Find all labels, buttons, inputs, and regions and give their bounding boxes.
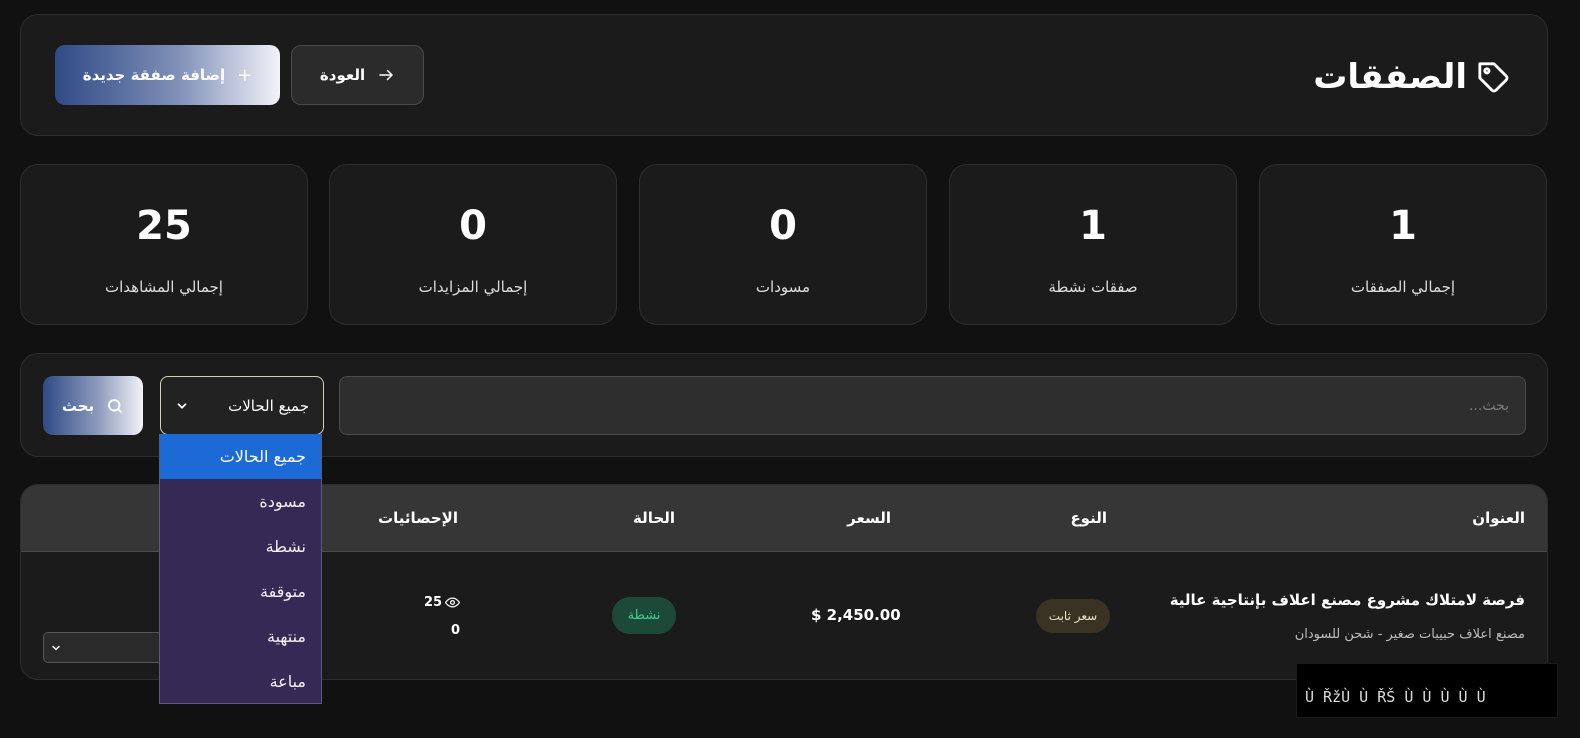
status-option-active[interactable]: نشطة xyxy=(160,524,321,569)
col-stats: الإحصائيات xyxy=(378,509,458,527)
garbled-status-box: Ù ŘžÙ Ù ŘŠ Ù Ù Ù Ù Ù xyxy=(1296,663,1558,718)
status-select[interactable]: جميع الحالات xyxy=(160,376,324,435)
page-title: الصفقات xyxy=(1313,57,1467,97)
add-deal-label: إضافة صفقة جديدة xyxy=(82,66,226,84)
chevron-down-icon xyxy=(52,645,60,650)
back-button-label: العودة xyxy=(319,66,366,84)
page: الصفقات العودة + إضافة صفقة جديدة 1 إجما… xyxy=(0,0,1580,738)
add-deal-button[interactable]: + إضافة صفقة جديدة xyxy=(55,45,280,105)
arrow-right-icon xyxy=(379,69,393,81)
status-option-paused[interactable]: متوقفة xyxy=(160,569,321,614)
status-select-value: جميع الحالات xyxy=(228,396,309,415)
col-status: الحالة xyxy=(633,509,675,527)
status-option-all[interactable]: جميع الحالات xyxy=(160,434,321,479)
status-option-ended[interactable]: منتهية xyxy=(160,614,321,659)
stat-label: إجمالي الصفقات xyxy=(1350,278,1456,296)
page-header: الصفقات العودة + إضافة صفقة جديدة xyxy=(20,14,1548,136)
stat-label: إجمالي المشاهدات xyxy=(105,278,223,296)
deal-title[interactable]: فرصة لامتلاك مشروع مصنع اعلاف بإنتاجية ع… xyxy=(1170,591,1525,609)
status-option-sold[interactable]: مباعة xyxy=(160,659,321,704)
search-input[interactable] xyxy=(339,376,1526,435)
stat-card-drafts: 0 مسودات xyxy=(639,164,927,325)
tag-icon xyxy=(1478,62,1509,93)
stat-value: 1 xyxy=(1079,203,1107,249)
stat-card-active-deals: 1 صفقات نشطة xyxy=(949,164,1237,325)
search-icon xyxy=(108,398,123,413)
deal-price: $ 2,450.00 xyxy=(811,606,901,624)
status-dropdown-list: جميع الحالات مسودة نشطة متوقفة منتهية مب… xyxy=(159,434,322,704)
status-badge: نشطة xyxy=(612,597,676,634)
stat-card-total-views: 25 إجمالي المشاهدات xyxy=(20,164,308,325)
views-value: 25 xyxy=(424,595,443,610)
stat-card-total-bids: 0 إجمالي المزايدات xyxy=(329,164,617,325)
stat-value: 25 xyxy=(136,203,192,249)
search-button-label: بحث xyxy=(61,396,95,415)
eye-icon xyxy=(445,597,461,608)
deal-subtitle: مصنع اعلاف حبيبات صغير - شحن للسودان xyxy=(1294,627,1525,642)
bids-count: 0 xyxy=(451,623,461,638)
status-option-draft[interactable]: مسودة xyxy=(160,479,321,524)
stat-value: 1 xyxy=(1389,203,1417,249)
type-badge: سعر ثابت xyxy=(1036,599,1110,633)
back-button[interactable]: العودة xyxy=(291,45,424,105)
stat-label: مسودات xyxy=(755,278,811,296)
stat-value: 0 xyxy=(769,203,797,249)
stat-card-total-deals: 1 إجمالي الصفقات xyxy=(1259,164,1547,325)
col-title: العنوان xyxy=(1472,509,1525,527)
plus-icon: + xyxy=(237,64,253,86)
search-button[interactable]: بحث xyxy=(43,376,143,435)
stat-label: صفقات نشطة xyxy=(1048,278,1138,296)
chevron-down-icon xyxy=(177,402,187,409)
col-price: السعر xyxy=(847,509,891,527)
stat-label: إجمالي المزايدات xyxy=(418,278,528,296)
col-type: النوع xyxy=(1070,509,1107,527)
views-count: 25 xyxy=(424,595,461,610)
stat-value: 0 xyxy=(459,203,487,249)
